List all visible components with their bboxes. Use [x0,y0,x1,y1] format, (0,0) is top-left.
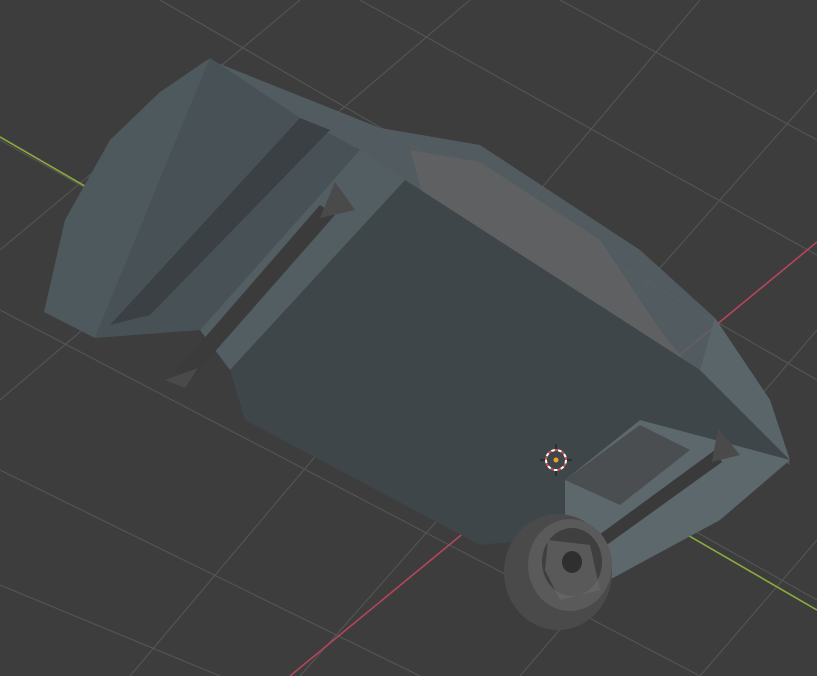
rear-wheel [504,514,612,630]
viewport-canvas[interactable] [0,0,817,676]
origin-dot [553,457,559,463]
3d-viewport[interactable] [0,0,817,676]
